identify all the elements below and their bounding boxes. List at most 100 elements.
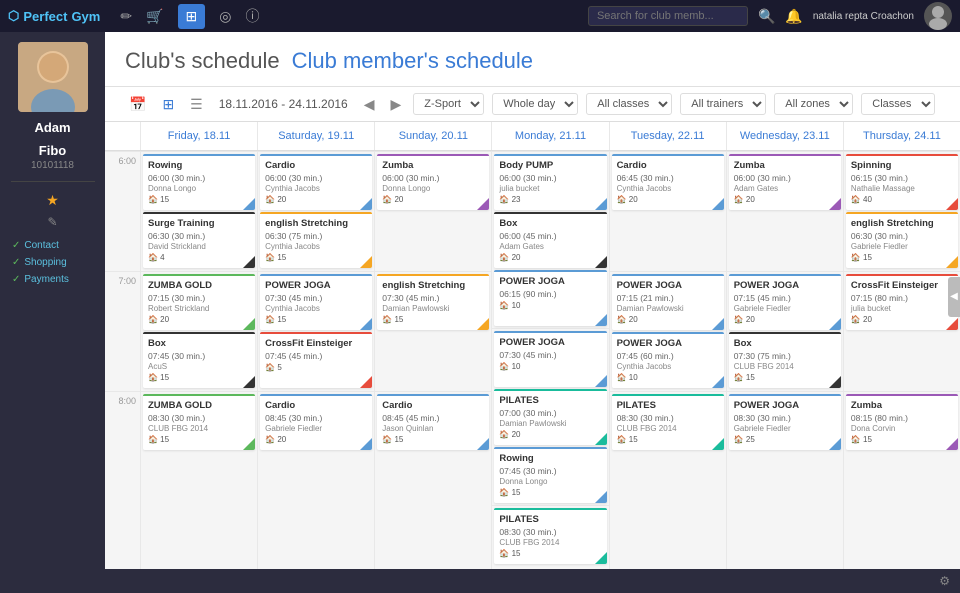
class-card[interactable]: ZUMBA GOLD 08:30 (30 min.) CLUB FBG 2014… [143, 394, 255, 450]
member-last-name: Fibo [39, 143, 66, 158]
class-card[interactable]: POWER JOGA 07:45 (60 min.) Cynthia Jacob… [612, 332, 724, 388]
member-rating: ★ [46, 192, 59, 209]
chart-nav-icon[interactable]: ◎ [219, 8, 231, 25]
class-trainer: Donna Longo [148, 184, 250, 193]
pencil-nav-icon[interactable]: ✏ [120, 8, 132, 25]
class-card[interactable]: Spinning 06:15 (30 min.) Nathalie Massag… [846, 154, 958, 210]
class-trainer: julia bucket [499, 184, 601, 193]
sport-filter[interactable]: Z-Sport [413, 93, 484, 115]
day-thu-slot-600: Spinning 06:15 (30 min.) Nathalie Massag… [844, 151, 960, 271]
search-input[interactable] [588, 6, 748, 26]
sidebar: Adam Fibo 10101118 ★ ✎ ✓ Contact ✓ Shopp… [0, 32, 105, 593]
next-button[interactable]: ▶ [387, 94, 406, 115]
classes-filter[interactable]: All classes [586, 93, 672, 115]
list-icon[interactable]: ☰ [186, 94, 207, 115]
info-nav-icon[interactable]: ⓘ [245, 6, 259, 26]
bell-icon[interactable]: 🔔 [785, 8, 802, 25]
day-wed-slot-800: POWER JOGA 08:30 (30 min.) Gabriele Fied… [727, 391, 843, 511]
class-trainer: Gabriele Fiedler [265, 424, 367, 433]
prev-button[interactable]: ◀ [360, 94, 379, 115]
class-card[interactable]: ZUMBA GOLD 07:15 (30 min.) Robert Strick… [143, 274, 255, 330]
sidebar-link-contact[interactable]: ✓ Contact [8, 237, 97, 254]
class-spots: 🏠 20 [265, 435, 367, 444]
class-name: Surge Training [148, 218, 250, 230]
sidebar-links: ✓ Contact ✓ Shopping ✓ Payments [0, 237, 105, 288]
class-spots: 🏠 40 [851, 195, 953, 204]
class-trainer: Adam Gates [734, 184, 836, 193]
day-tue-slot-600: Cardio 06:45 (30 min.) Cynthia Jacobs 🏠 … [610, 151, 726, 271]
nav-icons: ✏ 🛒 ⊞ ◎ ⓘ [120, 4, 259, 29]
user-name-display: natalia repta Croachon [813, 11, 914, 22]
cart-nav-icon[interactable]: 🛒 [146, 8, 163, 25]
class-card[interactable]: PILATES 08:30 (30 min.) CLUB FBG 2014 🏠 … [612, 394, 724, 450]
class-card[interactable]: POWER JOGA 07:15 (45 min.) Gabriele Fied… [729, 274, 841, 330]
class-time: 07:45 (60 min.) [617, 351, 719, 361]
class-card[interactable]: Surge Training 06:30 (30 min.) David Str… [143, 212, 255, 268]
class-spots: 🏠 15 [617, 435, 719, 444]
edit-icon[interactable]: ✎ [47, 215, 57, 229]
calendar-nav-icon[interactable]: ⊞ [178, 4, 206, 29]
class-spots: 🏠 5 [265, 363, 367, 372]
member-avatar [18, 42, 88, 112]
class-card[interactable]: Box 07:45 (30 min.) AcuS 🏠 15 [143, 332, 255, 388]
class-time: 06:00 (30 min.) [265, 173, 367, 183]
class-card[interactable]: Rowing 06:00 (30 min.) Donna Longo 🏠 15 [143, 154, 255, 210]
class-card[interactable]: Cardio 08:45 (45 min.) Jason Quinlan 🏠 1… [377, 394, 489, 450]
class-card[interactable]: CrossFit Einsteiger 07:45 (45 min.) 🏠 5 [260, 332, 372, 388]
bottom-bar: ⚙ [105, 569, 960, 593]
time-column: 6:00 7:00 8:00 [105, 151, 140, 569]
class-card[interactable]: POWER JOGA 06:15 (90 min.) 🏠 10 [494, 270, 606, 326]
sidebar-link-payments[interactable]: ✓ Payments [8, 271, 97, 288]
class-spots: 🏠 10 [499, 362, 601, 371]
class-name: POWER JOGA [499, 337, 601, 349]
class-card[interactable]: english Stretching 07:30 (45 min.) Damia… [377, 274, 489, 330]
class-card[interactable]: POWER JOGA 07:15 (21 min.) Damian Pawlow… [612, 274, 724, 330]
zones-filter[interactable]: All zones [774, 93, 853, 115]
side-toggle-button[interactable]: ◀ [948, 277, 960, 317]
class-card[interactable]: Cardio 08:45 (30 min.) Gabriele Fiedler … [260, 394, 372, 450]
class-card[interactable]: Cardio 06:45 (30 min.) Cynthia Jacobs 🏠 … [612, 154, 724, 210]
class-card[interactable]: Box 07:30 (75 min.) CLUB FBG 2014 🏠 15 [729, 332, 841, 388]
class-card[interactable]: CrossFit Einsteiger 07:15 (80 min.) juli… [846, 274, 958, 330]
topnav-right: 🔍 🔔 natalia repta Croachon [588, 2, 952, 30]
class-name: PILATES [499, 514, 601, 526]
class-card[interactable]: Cardio 06:00 (30 min.) Cynthia Jacobs 🏠 … [260, 154, 372, 210]
class-card[interactable]: Body PUMP 06:00 (30 min.) julia bucket 🏠… [494, 154, 606, 210]
class-time: 08:30 (30 min.) [617, 413, 719, 423]
day-tue-slot-700: POWER JOGA 07:15 (21 min.) Damian Pawlow… [610, 271, 726, 391]
time-filter[interactable]: Whole day [492, 93, 578, 115]
app-logo: ⬡ PerfectGym [8, 8, 100, 24]
view-filter[interactable]: Classes [861, 93, 935, 115]
sidebar-link-shopping[interactable]: ✓ Shopping [8, 254, 97, 271]
class-card[interactable]: english Stretching 06:30 (75 min.) Cynth… [260, 212, 372, 268]
page-title-sub[interactable]: Club member's schedule [292, 48, 533, 74]
class-card[interactable]: PILATES 07:00 (30 min.) Damian Pawlowski… [494, 389, 606, 445]
grid-icon[interactable]: ⊞ [158, 94, 178, 115]
class-card[interactable]: Rowing 07:45 (30 min.) Donna Longo 🏠 15 [494, 447, 606, 503]
day-wed-slot-600: Zumba 06:00 (30 min.) Adam Gates 🏠 20 [727, 151, 843, 271]
class-card[interactable]: Zumba 06:00 (30 min.) Donna Longo 🏠 20 [377, 154, 489, 210]
class-spots: 🏠 15 [499, 549, 601, 558]
user-avatar[interactable] [924, 2, 952, 30]
class-spots: 🏠 15 [148, 373, 250, 382]
time-800: 8:00 [105, 391, 140, 511]
class-trainer: Gabriele Fiedler [734, 304, 836, 313]
class-time: 08:15 (80 min.) [851, 413, 953, 423]
calendar-icon[interactable]: 📅 [125, 94, 150, 115]
class-card[interactable]: POWER JOGA 07:30 (45 min.) Cynthia Jacob… [260, 274, 372, 330]
class-card[interactable]: PILATES 08:30 (30 min.) CLUB FBG 2014 🏠 … [494, 508, 606, 564]
class-card[interactable]: POWER JOGA 07:30 (45 min.) 🏠 10 [494, 331, 606, 387]
settings-icon[interactable]: ⚙ [939, 574, 950, 588]
class-spots: 🏠 15 [148, 435, 250, 444]
class-name: english Stretching [851, 218, 953, 230]
class-spots: 🏠 15 [265, 253, 367, 262]
class-name: Zumba [851, 400, 953, 412]
class-card[interactable]: POWER JOGA 08:30 (30 min.) Gabriele Fied… [729, 394, 841, 450]
schedule-container[interactable]: Friday, 18.11 Saturday, 19.11 Sunday, 20… [105, 122, 960, 569]
class-card[interactable]: Zumba 08:15 (80 min.) Dona Corvin 🏠 15 [846, 394, 958, 450]
class-card[interactable]: Box 06:00 (45 min.) Adam Gates 🏠 20 [494, 212, 606, 268]
trainers-filter[interactable]: All trainers [680, 93, 766, 115]
class-card[interactable]: Zumba 06:00 (30 min.) Adam Gates 🏠 20 [729, 154, 841, 210]
class-card[interactable]: english Stretching 06:30 (30 min.) Gabri… [846, 212, 958, 268]
search-icon[interactable]: 🔍 [758, 8, 775, 25]
